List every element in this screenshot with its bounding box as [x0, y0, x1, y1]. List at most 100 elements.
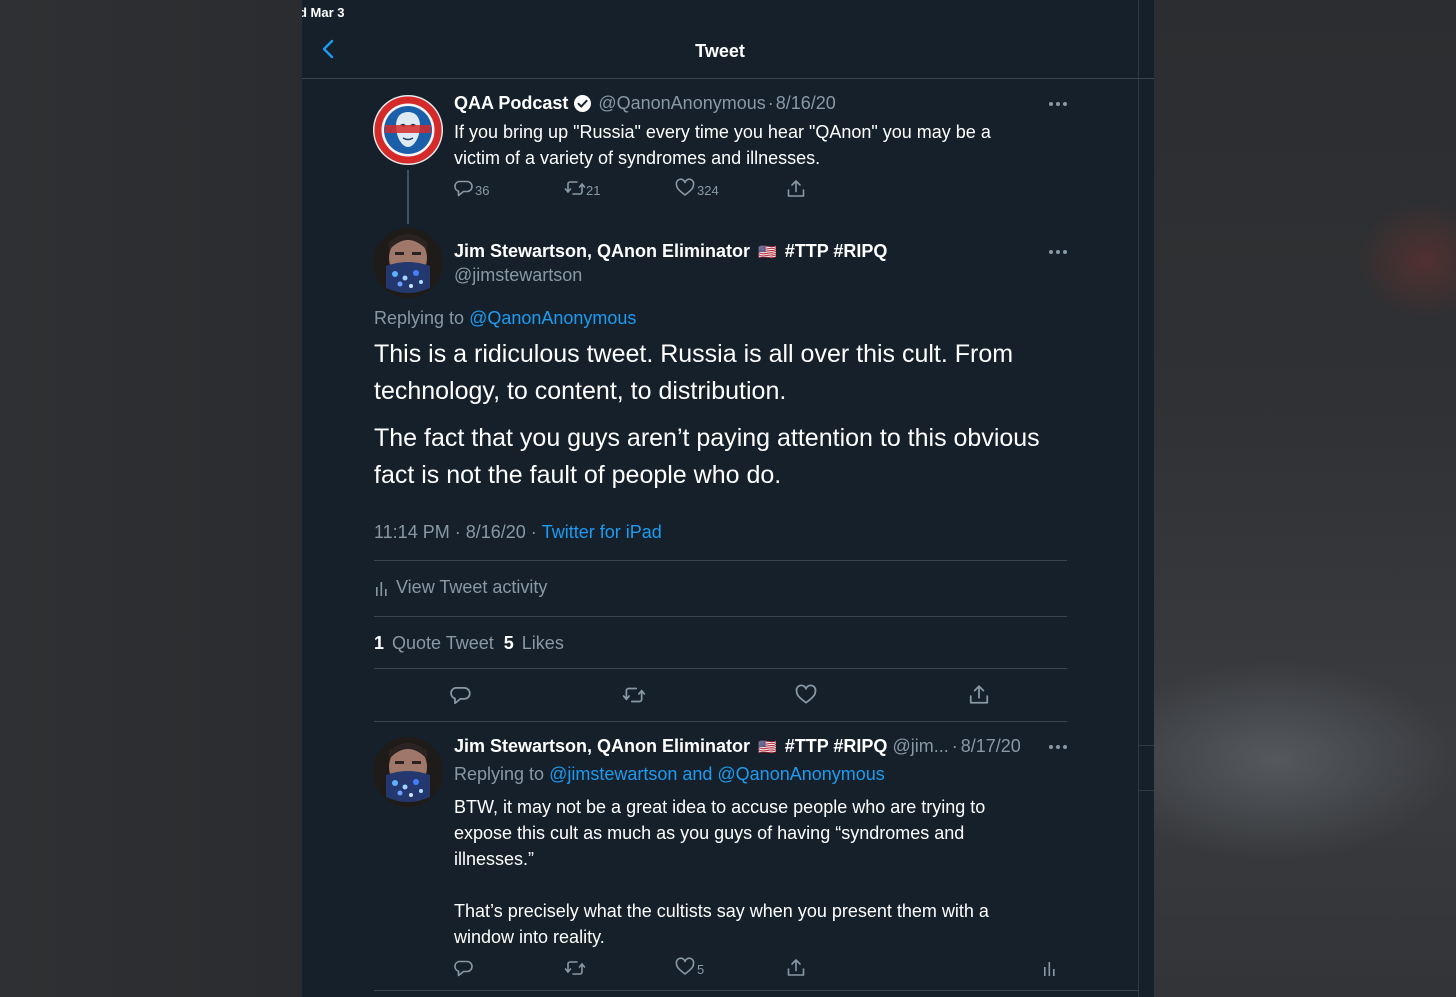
background-left — [0, 0, 302, 997]
divider — [374, 560, 1067, 561]
retweet-button[interactable] — [564, 958, 586, 978]
separator: · — [454, 522, 461, 542]
main-tweet-header: Jim Stewartson, QAnon Eliminator 🇺🇸 #TTP… — [454, 241, 887, 262]
flag-icon: 🇺🇸 — [758, 243, 777, 261]
more-icon[interactable] — [1049, 249, 1067, 255]
like-button[interactable] — [795, 684, 817, 706]
likes-stat[interactable]: 5 Likes — [504, 633, 564, 654]
divider — [374, 668, 1067, 669]
tweet-source-link[interactable]: Twitter for iPad — [542, 522, 662, 543]
avatar-photo — [373, 737, 443, 807]
view-tweet-activity-button[interactable]: View Tweet activity — [374, 577, 547, 598]
quote-count: 1 — [374, 633, 385, 653]
reply-button[interactable] — [454, 958, 474, 978]
status-bar-date: d Mar 3 — [302, 5, 345, 20]
parent-tweet-header: QAA Podcast @QanonAnonymous · 8/16/20 — [454, 93, 836, 114]
tweet-text-line: The fact that you guys aren’t paying att… — [374, 424, 1040, 452]
tweet-date[interactable]: 8/17/20 — [961, 736, 1021, 757]
quote-label: Quote Tweet — [392, 633, 494, 653]
column-divider-stub — [1139, 745, 1154, 791]
separator: · — [530, 522, 537, 542]
avatar-photo — [373, 228, 443, 298]
retweet-button[interactable] — [622, 684, 646, 706]
mention-link[interactable]: @QanonAnonymous — [469, 308, 636, 329]
flag-icon: 🇺🇸 — [758, 738, 777, 756]
quote-tweet-stat[interactable]: 1 Quote Tweet — [374, 633, 494, 654]
more-icon[interactable] — [1049, 101, 1067, 107]
main-tweet-paragraph: The fact that you guys aren’t paying att… — [374, 420, 1074, 494]
parent-tweet-text: If you bring up "Russia" every time you … — [454, 119, 991, 171]
activity-icon — [1044, 962, 1055, 976]
tweet-text-line: That’s precisely what the cultists say w… — [454, 901, 989, 921]
reply-icon — [454, 960, 473, 977]
separator: · — [767, 93, 774, 113]
avatar[interactable] — [373, 737, 443, 807]
more-icon[interactable] — [1049, 744, 1067, 750]
divider — [374, 721, 1067, 722]
replying-to-line: Replying to @jimstewartson and @QanonAno… — [454, 764, 885, 785]
background-red-glow — [1354, 200, 1456, 320]
tweet-text-line: illnesses.” — [454, 849, 535, 869]
retweet-icon — [622, 687, 646, 703]
like-icon — [795, 684, 817, 704]
mention-link[interactable]: @jimstewartson and @QanonAnonymous — [549, 764, 885, 785]
hashtags[interactable]: #TTP #RIPQ — [785, 736, 888, 757]
separator: · — [951, 736, 958, 756]
display-name[interactable]: Jim Stewartson, QAnon Eliminator — [454, 241, 750, 262]
retweet-button[interactable]: 21 — [564, 178, 600, 198]
like-icon — [675, 178, 695, 196]
activity-label: View Tweet activity — [396, 577, 548, 597]
reply-tweet-text: BTW, it may not be a great idea to accus… — [454, 794, 989, 950]
thread-connector-line — [407, 170, 409, 224]
tweet-text-line: technology, to content, to distribution. — [374, 377, 787, 405]
handle[interactable]: @jimstewartson — [454, 265, 582, 286]
retweet-icon — [564, 181, 586, 195]
reply-icon — [450, 686, 471, 705]
header-bar: Tweet — [302, 22, 1154, 79]
avatar[interactable] — [373, 228, 443, 298]
tweet-text-line: BTW, it may not be a great idea to accus… — [454, 797, 986, 817]
handle[interactable]: @QanonAnonymous — [598, 93, 765, 114]
replying-prefix: Replying to — [454, 764, 545, 784]
share-button[interactable] — [786, 179, 806, 199]
tweet-text-line: window into reality. — [454, 927, 605, 947]
column-divider — [1138, 0, 1139, 997]
tweet-date[interactable]: 8/16/20 — [776, 93, 836, 114]
likes-label: Likes — [521, 633, 564, 653]
background-right — [1154, 0, 1456, 997]
tweet-text-line: This is a ridiculous tweet. Russia is al… — [374, 340, 1014, 368]
tweet-text-line: victim of a variety of syndromes and ill… — [454, 148, 821, 168]
hashtags[interactable]: #TTP #RIPQ — [785, 241, 888, 262]
main-tweet-paragraph: This is a ridiculous tweet. Russia is al… — [374, 336, 1074, 410]
activity-icon — [376, 581, 387, 596]
share-button[interactable] — [968, 684, 990, 706]
handle[interactable]: @jim... — [892, 736, 948, 757]
avatar[interactable] — [373, 95, 443, 165]
share-button[interactable] — [786, 958, 806, 978]
engagement-stats: 1 Quote Tweet 5 Likes — [374, 633, 564, 654]
view-activity-button[interactable] — [1042, 958, 1058, 978]
tweet-text-line: fact is not the fault of people who do. — [374, 461, 782, 489]
share-icon — [787, 959, 805, 976]
retweet-count: 21 — [586, 183, 601, 198]
divider — [374, 616, 1067, 617]
tweet-text-line: If you bring up "Russia" every time you … — [454, 122, 991, 142]
like-button[interactable]: 324 — [675, 178, 719, 198]
like-button[interactable]: 5 — [675, 957, 704, 977]
reply-button[interactable] — [450, 684, 472, 706]
tweet-date: 8/16/20 — [465, 522, 526, 542]
replying-prefix: Replying to — [374, 308, 465, 328]
reply-tweet-header: Jim Stewartson, QAnon Eliminator 🇺🇸 #TTP… — [454, 736, 1021, 757]
reply-count: 36 — [475, 183, 490, 198]
display-name[interactable]: QAA Podcast — [454, 93, 568, 114]
share-icon — [969, 685, 989, 704]
likes-count: 5 — [503, 633, 514, 653]
display-name[interactable]: Jim Stewartson, QAnon Eliminator — [454, 736, 750, 757]
reply-icon — [454, 180, 473, 197]
reply-button[interactable]: 36 — [454, 178, 489, 198]
like-icon — [675, 957, 695, 975]
tweet-text-line: expose this cult as much as you guys of … — [454, 823, 965, 843]
verified-badge-icon — [574, 95, 592, 112]
share-icon — [787, 180, 805, 197]
